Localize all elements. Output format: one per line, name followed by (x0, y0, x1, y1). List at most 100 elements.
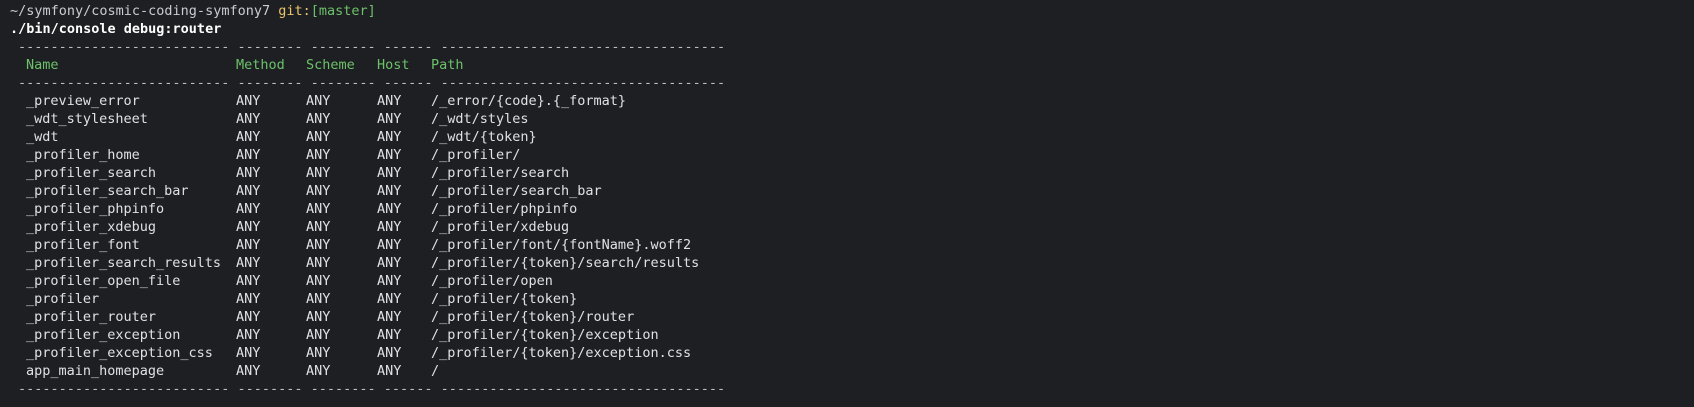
route-path: /_profiler/{token}/exception.css (431, 345, 692, 361)
route-method: ANY (236, 201, 261, 217)
route-scheme: ANY (306, 309, 331, 325)
route-name: app_main_homepage (26, 363, 165, 379)
table-row: _profiler ANY ANY ANY /_profiler/{token} (10, 290, 1694, 308)
route-name: _profiler_router (26, 309, 157, 325)
route-method: ANY (236, 237, 261, 253)
route-name: _profiler_open_file (26, 273, 181, 289)
route-scheme: ANY (306, 93, 331, 109)
route-host: ANY (377, 111, 402, 127)
route-host: ANY (377, 147, 402, 163)
route-method: ANY (236, 291, 261, 307)
route-path: /_error/{code}.{_format} (431, 93, 627, 109)
route-scheme: ANY (306, 237, 331, 253)
table-row: _profiler_exception_css ANY ANY ANY /_profil… (10, 344, 1694, 362)
route-name: _preview_error (26, 93, 140, 109)
route-name: _profiler_phpinfo (26, 201, 165, 217)
route-method: ANY (236, 273, 261, 289)
table-row: _profiler_home ANY ANY ANY /_profiler/ (10, 146, 1694, 164)
route-method: ANY (236, 183, 261, 199)
prompt-cwd: ~/symfony/cosmic-coding-symfony7 (10, 3, 271, 19)
route-scheme: ANY (306, 273, 331, 289)
route-scheme: ANY (306, 147, 331, 163)
route-path: /_profiler/font/{fontName}.woff2 (431, 237, 692, 253)
route-name: _profiler_search (26, 165, 157, 181)
command-text: ./bin/console debug:router (10, 21, 222, 37)
routes-table-body: _preview_error ANY ANY ANY /_error/{code}.{_… (10, 92, 1694, 380)
route-method: ANY (236, 309, 261, 325)
route-method: ANY (236, 345, 261, 361)
route-scheme: ANY (306, 129, 331, 145)
route-path: /_profiler/search_bar (431, 183, 602, 199)
route-path: /_wdt/{token} (431, 129, 537, 145)
table-row: _profiler_font ANY ANY ANY /_profiler/font/{… (10, 236, 1694, 254)
route-name: _profiler_search_results (26, 255, 222, 271)
route-host: ANY (377, 363, 402, 379)
table-separator-middle: -------------------------- -------- ----… (18, 75, 726, 91)
table-row: _profiler_search_bar ANY ANY ANY /_profiler/… (10, 182, 1694, 200)
route-scheme: ANY (306, 183, 331, 199)
route-scheme: ANY (306, 165, 331, 181)
route-scheme: ANY (306, 201, 331, 217)
route-method: ANY (236, 93, 261, 109)
route-scheme: ANY (306, 291, 331, 307)
prompt-git-branch: [master] (310, 3, 376, 19)
terminal-window[interactable]: ~/symfony/cosmic-coding-symfony7 git:[ma… (0, 0, 1694, 407)
table-row: _wdt ANY ANY ANY /_wdt/{token} (10, 128, 1694, 146)
table-row: _profiler_search ANY ANY ANY /_profiler/sear… (10, 164, 1694, 182)
table-row: _wdt_stylesheet ANY ANY ANY /_wdt/styles (10, 110, 1694, 128)
table-separator-bottom: -------------------------- -------- ----… (18, 381, 726, 397)
route-path: /_profiler/{token}/search/results (431, 255, 700, 271)
route-host: ANY (377, 309, 402, 325)
table-separator-top: -------------------------- -------- ----… (18, 39, 726, 55)
route-host: ANY (377, 201, 402, 217)
route-method: ANY (236, 219, 261, 235)
route-scheme: ANY (306, 111, 331, 127)
route-name: _profiler_exception_css (26, 345, 213, 361)
route-method: ANY (236, 165, 261, 181)
table-row: _profiler_open_file ANY ANY ANY /_profiler/o… (10, 272, 1694, 290)
route-host: ANY (377, 345, 402, 361)
route-name: _profiler (26, 291, 100, 307)
route-host: ANY (377, 291, 402, 307)
route-scheme: ANY (306, 219, 331, 235)
header-path: Path (431, 57, 464, 73)
route-path: /_profiler/{token}/router (431, 309, 635, 325)
route-scheme: ANY (306, 345, 331, 361)
route-path: /_profiler/xdebug (431, 219, 570, 235)
route-host: ANY (377, 255, 402, 271)
route-path: /_profiler/{token}/exception (431, 327, 659, 343)
route-name: _profiler_search_bar (26, 183, 189, 199)
route-scheme: ANY (306, 255, 331, 271)
header-host: Host (377, 57, 410, 73)
route-method: ANY (236, 363, 261, 379)
route-host: ANY (377, 93, 402, 109)
route-host: ANY (377, 219, 402, 235)
table-row: _profiler_phpinfo ANY ANY ANY /_profiler/php… (10, 200, 1694, 218)
route-path: /_profiler/{token} (431, 291, 578, 307)
table-row: _profiler_search_results ANY ANY ANY /_profi… (10, 254, 1694, 272)
header-name: Name (26, 57, 59, 73)
route-path: / (431, 363, 440, 379)
route-path: /_profiler/open (431, 273, 553, 289)
shell-prompt: ~/symfony/cosmic-coding-symfony7 git:[ma… (10, 2, 1694, 20)
table-row: _preview_error ANY ANY ANY /_error/{code}.{_… (10, 92, 1694, 110)
route-host: ANY (377, 183, 402, 199)
route-host: ANY (377, 327, 402, 343)
header-method: Method (236, 57, 285, 73)
table-row: app_main_homepage ANY ANY ANY / (10, 362, 1694, 380)
route-name: _profiler_exception (26, 327, 181, 343)
table-row: _profiler_exception ANY ANY ANY /_profiler/{… (10, 326, 1694, 344)
prompt-git-label: git: (278, 3, 311, 19)
route-name: _profiler_font (26, 237, 140, 253)
table-row: _profiler_router ANY ANY ANY /_profiler/{tok… (10, 308, 1694, 326)
route-method: ANY (236, 327, 261, 343)
route-path: /_profiler/search (431, 165, 570, 181)
route-name: _wdt_stylesheet (26, 111, 148, 127)
header-scheme: Scheme (306, 57, 355, 73)
route-host: ANY (377, 237, 402, 253)
route-host: ANY (377, 129, 402, 145)
route-scheme: ANY (306, 327, 331, 343)
route-path: /_wdt/styles (431, 111, 529, 127)
route-method: ANY (236, 129, 261, 145)
route-method: ANY (236, 111, 261, 127)
